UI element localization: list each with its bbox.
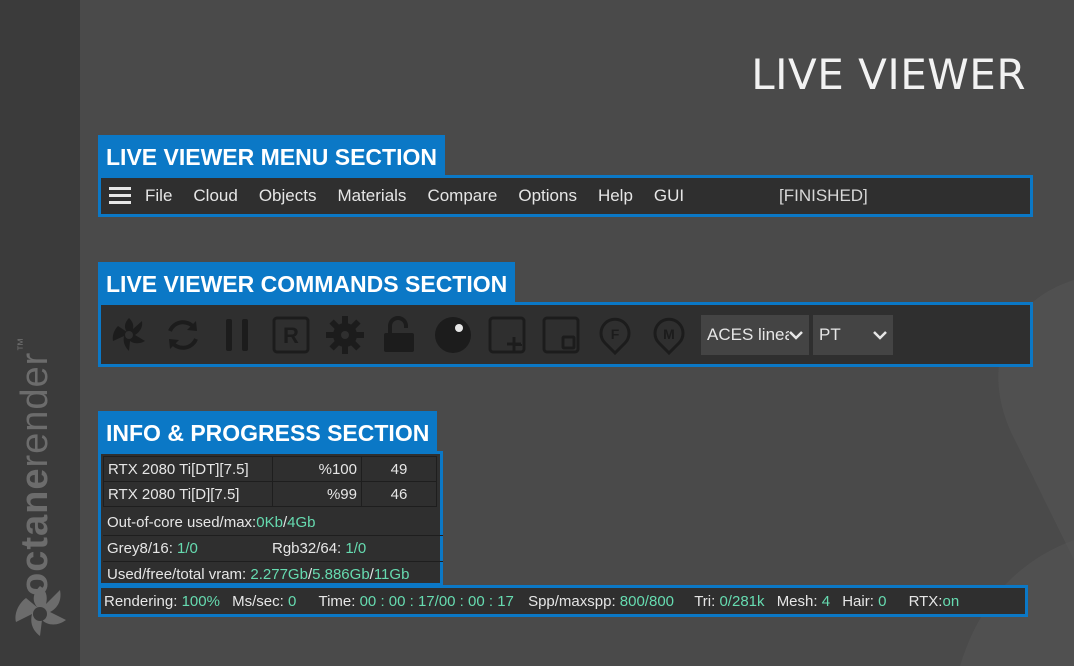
menu-item-options[interactable]: Options [518,186,577,206]
menu-item-objects[interactable]: Objects [259,186,317,206]
restart-icon[interactable] [161,313,205,357]
info-panel: RTX 2080 Ti[DT][7.5] %100 49 RTX 2080 Ti… [98,451,443,586]
menu-item-cloud[interactable]: Cloud [193,186,237,206]
gpu-utilization: %99 [272,481,362,507]
gpu-temperature: 46 [361,481,437,507]
page-title: LIVE VIEWER [751,50,1026,99]
menu-item-gui[interactable]: GUI [654,186,684,206]
menu-item-help[interactable]: Help [598,186,633,206]
svg-text:F: F [611,326,620,342]
octane-logo-icon[interactable] [107,313,151,357]
kernel-value: PT [819,325,841,344]
table-row: RTX 2080 Ti[D][7.5] %99 46 [103,481,437,507]
clay-sphere-icon[interactable] [431,313,475,357]
out-of-core-info: Out-of-core used/max:0Kb/4Gb [103,510,443,536]
commands-section-label: LIVE VIEWER COMMANDS SECTION [98,262,516,303]
region-render-icon[interactable]: R [269,313,313,357]
tonemap-value: ACES linea [707,325,789,344]
menu-item-file[interactable]: File [145,186,172,206]
commands-bar: R F M ACES linea PT [98,302,1033,367]
settings-gear-icon[interactable] [323,313,367,357]
chevron-down-icon [789,331,803,340]
render-stats: Rendering: 100% Ms/sec: 0 Time: 00 : 00 … [104,593,960,610]
menu-section-label: LIVE VIEWER MENU SECTION [98,135,445,176]
chevron-down-icon [873,331,887,340]
gpu-table: RTX 2080 Ti[DT][7.5] %100 49 RTX 2080 Ti… [103,456,437,507]
vram-info: Used/free/total vram: 2.277Gb/5.886Gb/11… [107,566,410,583]
material-picker-icon[interactable]: M [647,313,691,357]
focus-picker-icon[interactable]: F [593,313,637,357]
gpu-utilization: %100 [272,456,362,482]
gpu-temperature: 49 [361,456,437,482]
add-viewport-icon[interactable] [485,313,529,357]
menu: File Cloud Objects Materials Compare Opt… [109,178,705,214]
svg-text:R: R [283,323,299,348]
commands-row: R F M ACES linea PT [107,311,897,359]
kernel-dropdown[interactable]: PT [813,315,893,355]
gpu-name: RTX 2080 Ti[DT][7.5] [103,456,273,482]
table-row: RTX 2080 Ti[DT][7.5] %100 49 [103,456,437,482]
gpu-name: RTX 2080 Ti[D][7.5] [103,481,273,507]
svg-text:M: M [663,326,675,342]
brand-sidebar: octanerender™ [0,0,80,666]
menu-item-compare[interactable]: Compare [427,186,497,206]
brand-wordmark: octanerender™ [14,336,56,596]
hamburger-menu-icon[interactable] [109,187,131,205]
render-progress-bar: Rendering: 100% Ms/sec: 0 Time: 00 : 00 … [98,585,1028,617]
lock-icon[interactable] [377,313,421,357]
render-status: [FINISHED] [779,186,868,205]
tonemap-dropdown[interactable]: ACES linea [701,315,809,355]
menu-bar: File Cloud Objects Materials Compare Opt… [98,175,1033,217]
texture-info: Grey8/16: 1/0 Rgb32/64: 1/0 [103,536,443,562]
menu-item-materials[interactable]: Materials [337,186,406,206]
info-section-label: INFO & PROGRESS SECTION [98,411,438,452]
subsample-icon[interactable] [539,313,583,357]
pause-icon[interactable] [215,313,259,357]
